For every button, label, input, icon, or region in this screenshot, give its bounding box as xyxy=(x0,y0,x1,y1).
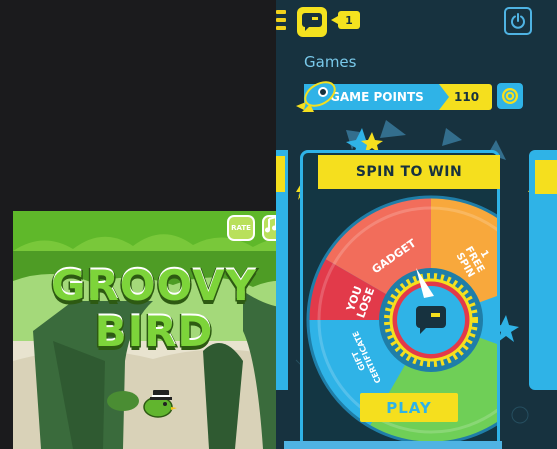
game-title-line2: BIRD xyxy=(93,306,214,358)
play-label: PLAY xyxy=(386,398,432,417)
play-button[interactable]: PLAY xyxy=(360,393,458,422)
game-title-line1: GROOVY xyxy=(49,260,257,312)
spin-app-panel: 1 Games GAME POINTS 110 SPIN TO WIN GADG… xyxy=(276,0,557,449)
bottom-progress-bar xyxy=(284,441,502,449)
prize-wheel[interactable]: GADGET 1FREESPINYOULOSEGIFTCERTIFICATE xyxy=(276,0,557,449)
rate-button[interactable]: RATE xyxy=(227,215,255,241)
groovy-bird-game-card[interactable]: GROOVY BIRD RATE xyxy=(13,211,295,449)
